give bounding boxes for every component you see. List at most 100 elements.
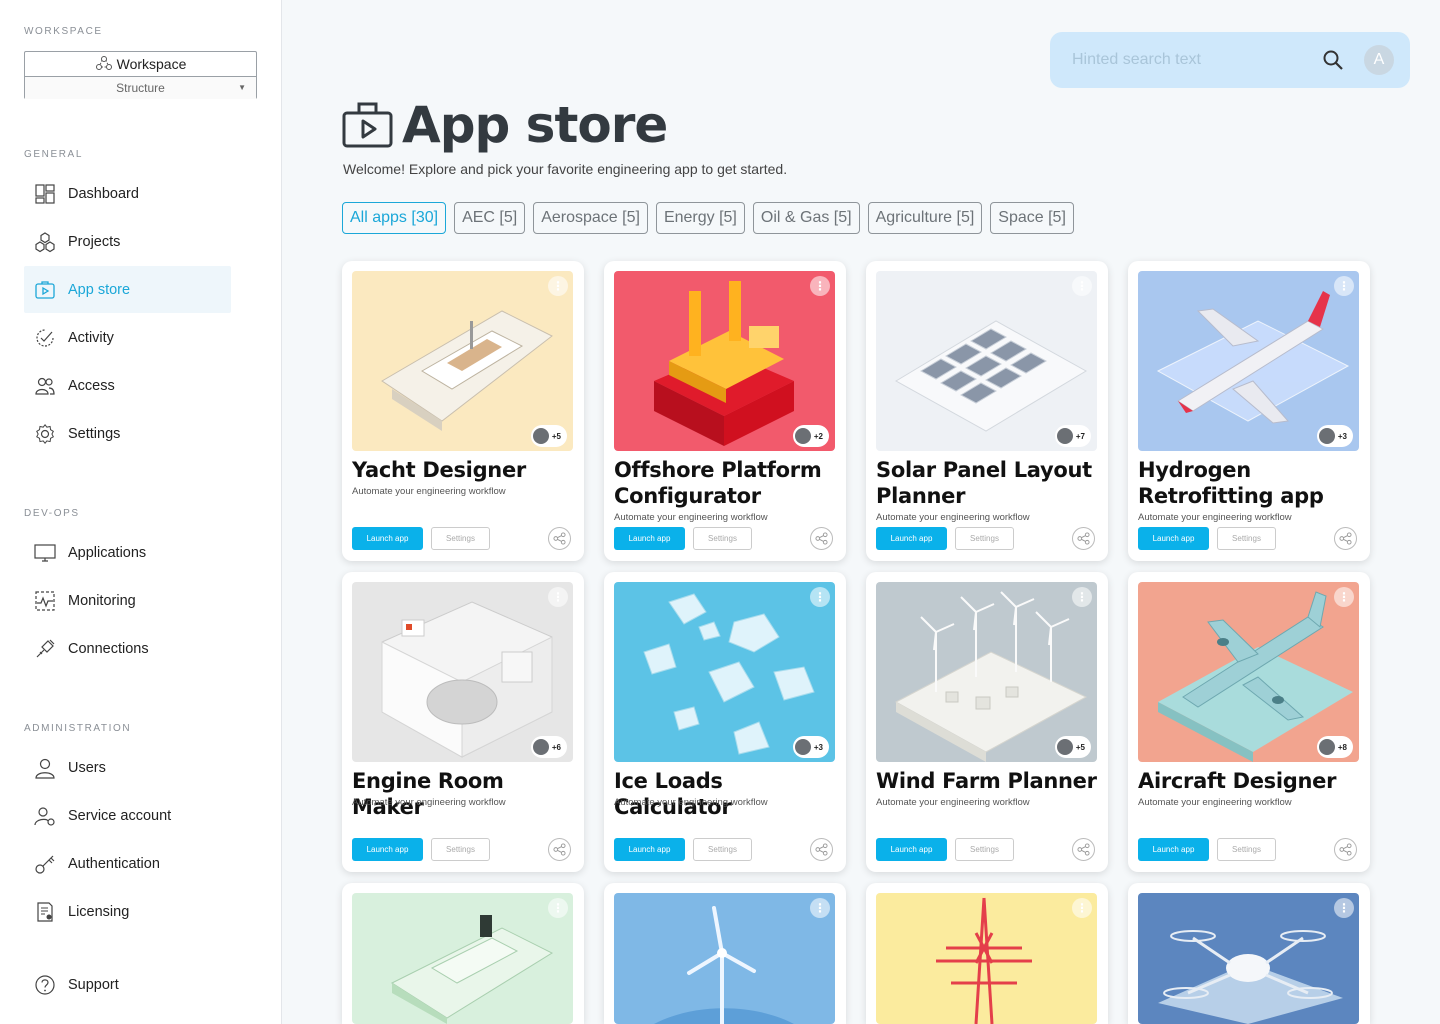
card-title: Hydrogen Retrofitting app — [1138, 458, 1324, 508]
filter-agriculture[interactable]: Agriculture [5] — [867, 202, 983, 234]
launch-app-button[interactable]: Launch app — [1138, 838, 1209, 861]
search-icon[interactable] — [1322, 49, 1344, 71]
share-icon[interactable] — [548, 838, 571, 861]
sidebar-item-settings[interactable]: Settings — [24, 410, 231, 457]
card-title: Ice Loads Calculator — [614, 769, 732, 819]
workspace-icon — [95, 55, 113, 74]
app-card-drone[interactable]: ⋮ — [1128, 883, 1370, 1024]
user-icon — [34, 757, 56, 779]
kebab-menu-icon[interactable]: ⋮ — [1072, 587, 1092, 607]
share-icon[interactable] — [548, 527, 571, 550]
sidebar-item-projects[interactable]: Projects — [24, 218, 231, 265]
app-thumbnail: ⋮ — [614, 893, 835, 1024]
card-description: Automate your engineering workflow — [352, 486, 506, 497]
user-avatar — [1318, 739, 1335, 755]
app-card-ice-loads-calculator[interactable]: ⋮ +3 Ice Loads Calculator Automate your … — [604, 572, 846, 872]
app-card-wind-turbine[interactable]: ⋮ — [604, 883, 846, 1024]
gear-icon — [34, 423, 56, 445]
card-settings-button[interactable]: Settings — [955, 527, 1014, 550]
sidebar-item-activity[interactable]: Activity — [24, 314, 231, 361]
card-description: Automate your engineering workflow — [876, 512, 1030, 523]
avatar[interactable]: A — [1364, 45, 1394, 75]
kebab-menu-icon[interactable]: ⋮ — [548, 587, 568, 607]
section-label-workspace: WORKSPACE — [24, 26, 103, 37]
card-settings-button[interactable]: Settings — [693, 527, 752, 550]
sidebar-item-service-account[interactable]: Service account — [24, 792, 231, 839]
card-settings-button[interactable]: Settings — [431, 838, 490, 861]
share-icon[interactable] — [1334, 838, 1357, 861]
launch-app-button[interactable]: Launch app — [614, 527, 685, 550]
card-settings-button[interactable]: Settings — [1217, 838, 1276, 861]
help-icon — [34, 974, 56, 996]
filter-energy[interactable]: Energy [5] — [655, 202, 745, 234]
sidebar-item-applications[interactable]: Applications — [24, 529, 231, 576]
sidebar-item-label: Users — [68, 759, 106, 776]
workspace-selector[interactable]: Workspace Structure ▼ — [24, 51, 257, 99]
section-label-administration: ADMINISTRATION — [24, 723, 132, 734]
sidebar-item-users[interactable]: Users — [24, 744, 231, 791]
launch-app-button[interactable]: Launch app — [352, 527, 423, 550]
app-card-offshore-platform[interactable]: ⋮ +2 Offshore Platform Configurator Auto… — [604, 261, 846, 561]
kebab-menu-icon[interactable]: ⋮ — [1334, 898, 1354, 918]
sidebar-item-app-store[interactable]: App store — [24, 266, 231, 313]
sidebar-item-support[interactable]: Support — [24, 961, 231, 1008]
share-icon[interactable] — [1072, 838, 1095, 861]
kebab-menu-icon[interactable]: ⋮ — [1072, 898, 1092, 918]
share-icon[interactable] — [810, 838, 833, 861]
launch-app-button[interactable]: Launch app — [876, 838, 947, 861]
kebab-menu-icon[interactable]: ⋮ — [810, 898, 830, 918]
app-card-aircraft-designer[interactable]: ⋮ +8 Aircraft Designer Automate your eng… — [1128, 572, 1370, 872]
card-description: Automate your engineering workflow — [1138, 797, 1292, 808]
app-card-wind-farm-planner[interactable]: ⋮ +5 Wind Farm Planner Automate your eng… — [866, 572, 1108, 872]
app-card-solar-panel-layout-planner[interactable]: ⋮ +7 Solar Panel Layout Planner Automate… — [866, 261, 1108, 561]
card-settings-button[interactable]: Settings — [693, 838, 752, 861]
workspace-name: Workspace — [116, 56, 187, 72]
share-icon[interactable] — [1334, 527, 1357, 550]
workspace-structure: Structure — [116, 81, 165, 95]
card-title: Aircraft Designer — [1138, 769, 1337, 793]
kebab-menu-icon[interactable]: ⋮ — [1334, 587, 1354, 607]
app-card-engine-room-maker[interactable]: ⋮ +6 Engine Room Maker Automate your eng… — [342, 572, 584, 872]
launch-app-button[interactable]: Launch app — [1138, 527, 1209, 550]
sidebar-item-authentication[interactable]: Authentication — [24, 840, 231, 887]
sidebar-item-monitoring[interactable]: Monitoring — [24, 577, 231, 624]
share-icon[interactable] — [1072, 527, 1095, 550]
sidebar-item-access[interactable]: Access — [24, 362, 231, 409]
access-icon — [34, 375, 56, 397]
monitor-icon — [34, 542, 56, 564]
sidebar-item-dashboard[interactable]: Dashboard — [24, 170, 231, 217]
kebab-menu-icon[interactable]: ⋮ — [1072, 276, 1092, 296]
kebab-menu-icon[interactable]: ⋮ — [548, 898, 568, 918]
search-input[interactable] — [1072, 48, 1312, 72]
sidebar-item-connections[interactable]: Connections — [24, 625, 231, 672]
sidebar-item-label: Authentication — [68, 855, 160, 872]
kebab-menu-icon[interactable]: ⋮ — [1334, 276, 1354, 296]
card-title: Yacht Designer — [352, 458, 526, 482]
filter-all-apps[interactable]: All apps [30] — [342, 202, 447, 234]
kebab-menu-icon[interactable]: ⋮ — [548, 276, 568, 296]
launch-app-button[interactable]: Launch app — [876, 527, 947, 550]
app-card-yacht-designer[interactable]: ⋮ +5 Yacht Designer Automate your engine… — [342, 261, 584, 561]
sidebar-item-licensing[interactable]: Licensing — [24, 888, 231, 935]
filter-aec[interactable]: AEC [5] — [454, 202, 526, 234]
sidebar-item-label: Service account — [68, 807, 172, 824]
user-avatar — [794, 739, 811, 755]
kebab-menu-icon[interactable]: ⋮ — [810, 276, 830, 296]
card-settings-button[interactable]: Settings — [955, 838, 1014, 861]
card-settings-button[interactable]: Settings — [1217, 527, 1276, 550]
filter-oil-gas[interactable]: Oil & Gas [5] — [752, 202, 860, 234]
app-thumbnail: ⋮ +6 — [352, 582, 573, 762]
app-card-hydrogen-retrofitting[interactable]: ⋮ +3 Hydrogen Retrofitting app Automate … — [1128, 261, 1370, 561]
card-description: Automate your engineering workflow — [352, 797, 506, 808]
app-card-transmission-tower[interactable]: ⋮ — [866, 883, 1108, 1024]
sidebar-item-label: Dashboard — [68, 185, 139, 202]
kebab-menu-icon[interactable]: ⋮ — [810, 587, 830, 607]
filter-space[interactable]: Space [5] — [990, 202, 1074, 234]
launch-app-button[interactable]: Launch app — [352, 838, 423, 861]
card-settings-button[interactable]: Settings — [431, 527, 490, 550]
share-icon[interactable] — [810, 527, 833, 550]
user-avatar — [1056, 428, 1073, 444]
app-card-ship[interactable]: ⋮ — [342, 883, 584, 1024]
launch-app-button[interactable]: Launch app — [614, 838, 685, 861]
filter-aerospace[interactable]: Aerospace [5] — [533, 202, 648, 234]
